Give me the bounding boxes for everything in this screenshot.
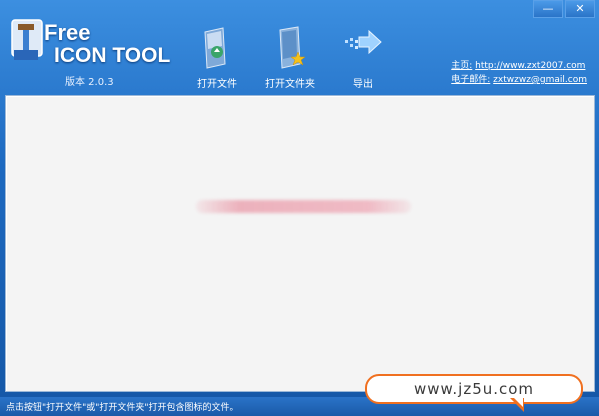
contact-info: 主页: http://www.zxt2007.com 电子邮件: zxtwzwz… [451,59,587,87]
open-file-icon [204,27,226,69]
loading-placeholder-bar [196,200,411,213]
version-label: 版本 2.0.3 [65,77,114,88]
open-folder-icon [279,26,306,69]
open-folder-button[interactable]: 打开文件夹 [255,26,325,90]
export-button[interactable]: 导出 [328,26,398,90]
open-folder-label: 打开文件夹 [265,79,315,90]
window-controls: — ✕ [533,0,595,18]
email-link[interactable]: zxtwzwz@gmail.com [493,75,587,85]
homepage-label: 主页: [451,61,473,71]
email-label: 电子邮件: [451,75,491,85]
logo-text-icon-tool: ICON TOOL [54,44,171,67]
watermark-tail-inner [514,398,523,407]
homepage-row: 主页: http://www.zxt2007.com [451,59,587,73]
export-arrow-icon [345,29,382,55]
open-file-label: 打开文件 [197,79,237,90]
watermark-badge: www.jz5u.com [365,374,583,404]
email-row: 电子邮件: zxtwzwz@gmail.com [451,73,587,87]
app-window: — ✕ Free ICON TOOL 版本 2.0.3 打开文件 打开文件夹 导… [0,0,599,416]
homepage-link[interactable]: http://www.zxt2007.com [475,61,585,71]
open-file-button[interactable]: 打开文件 [182,26,252,90]
icon-preview-area[interactable] [5,95,595,392]
export-label: 导出 [353,79,373,90]
app-logo: Free ICON TOOL [10,18,180,74]
status-text: 点击按钮"打开文件"或"打开文件夹"打开包含图标的文件。 [6,403,239,413]
minimize-button[interactable]: — [533,0,563,18]
logo-text-free: Free [44,20,91,45]
close-button[interactable]: ✕ [565,0,595,18]
